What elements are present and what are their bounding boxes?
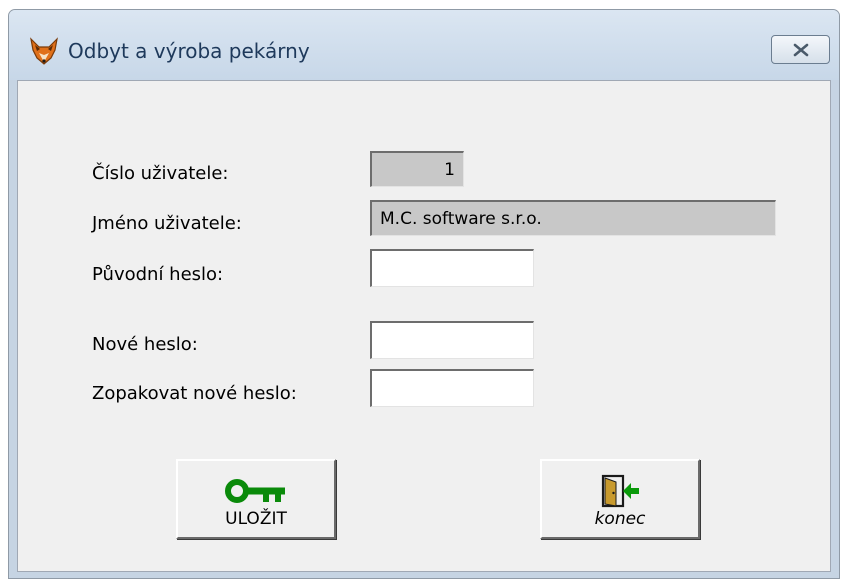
old-password-label: Původní heslo: — [92, 264, 224, 285]
new-password-label: Nové heslo: — [92, 334, 198, 355]
key-icon — [225, 478, 289, 508]
user-number-field — [370, 151, 464, 187]
dialog-body: Číslo uživatele: Jméno uživatele: Původn… — [17, 80, 831, 572]
end-button-label: konec — [594, 509, 646, 529]
title-bar[interactable]: Odbyt a výroba pekárny — [9, 10, 839, 80]
old-password-field[interactable] — [370, 249, 534, 287]
user-number-label: Číslo uživatele: — [92, 163, 229, 184]
window-title: Odbyt a výroba pekárny — [68, 39, 310, 63]
repeat-password-field[interactable] — [370, 369, 534, 407]
exit-door-icon — [601, 474, 641, 512]
close-icon — [793, 43, 809, 57]
user-name-field — [370, 200, 776, 236]
close-button[interactable] — [771, 35, 830, 64]
save-button[interactable]: ULOŽIT — [176, 459, 336, 539]
user-name-label: Jméno uživatele: — [92, 213, 242, 234]
app-window: Odbyt a výroba pekárny Číslo uživatele: … — [8, 9, 840, 579]
save-button-label: ULOŽIT — [225, 509, 287, 529]
end-button[interactable]: konec — [540, 459, 700, 539]
fox-icon — [29, 36, 59, 66]
new-password-field[interactable] — [370, 321, 534, 359]
repeat-password-label: Zopakovat nové heslo: — [92, 383, 297, 404]
